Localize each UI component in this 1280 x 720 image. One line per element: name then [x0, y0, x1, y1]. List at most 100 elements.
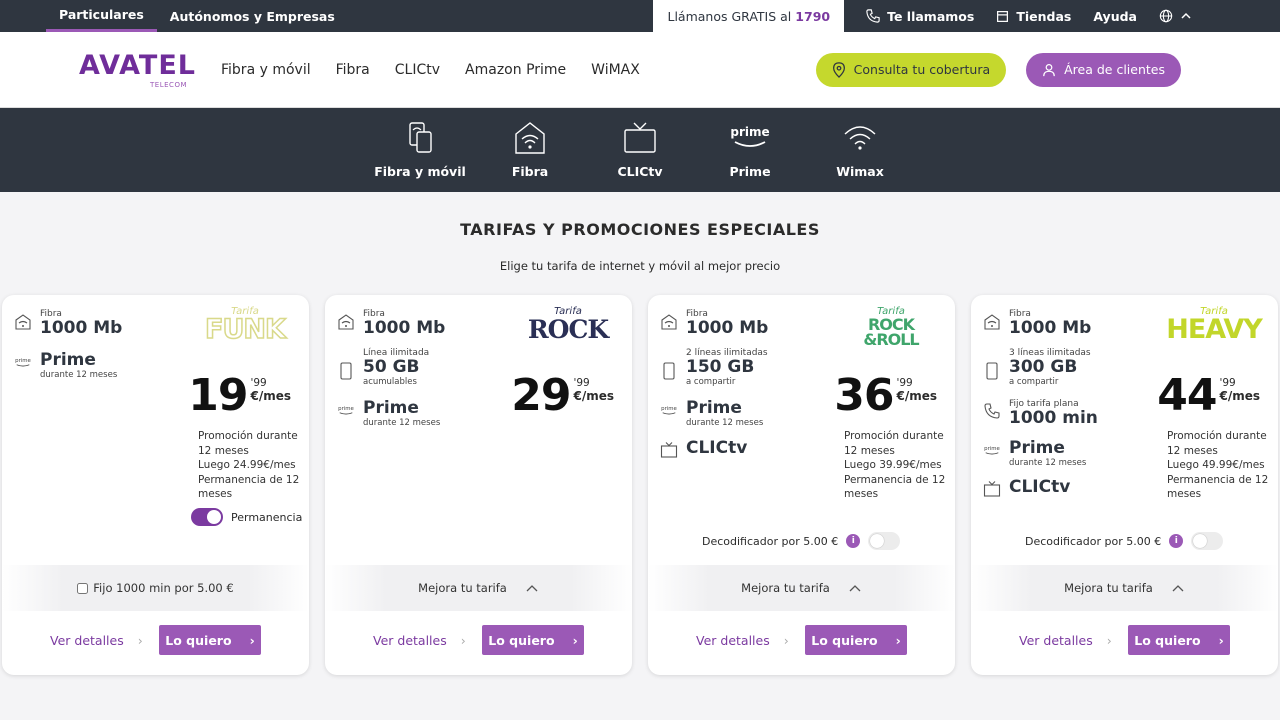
promo-line: meses [198, 488, 233, 500]
prime-icon-text: prime [15, 358, 31, 364]
prime-note: durante 12 meses [363, 418, 441, 428]
subnav-label: Wimax [836, 164, 884, 179]
promo-line: Luego 24.99€/mes [198, 459, 296, 471]
subnav-label: Prime [729, 164, 771, 179]
fiber-speed: 1000 Mb [363, 318, 446, 338]
tv-label: CLICtv [1009, 477, 1071, 497]
segment-individuals[interactable]: Particulares [46, 0, 157, 32]
details-link[interactable]: Ver detalles › [696, 633, 789, 648]
line-note: a compartir [1009, 377, 1059, 387]
line-data: 50 GB [363, 357, 420, 377]
price-cents: '99 [1219, 377, 1236, 389]
badge-name: HEAVY [1166, 314, 1263, 345]
call-free-box[interactable]: Llámanos GRATIS al 1790 [653, 0, 845, 32]
promo-line: Luego 39.99€/mes [844, 459, 942, 471]
globe-icon [1159, 9, 1173, 23]
promo-line: Permanencia de 12 [1167, 473, 1269, 486]
price: 44 '99 €/mes [1157, 373, 1260, 419]
prime-note: durante 12 meses [1009, 458, 1087, 468]
price-unit: €/mes [573, 389, 614, 403]
coverage-button[interactable]: Consulta tu cobertura [815, 52, 1007, 87]
decoder-toggle[interactable] [868, 532, 901, 550]
upgrade-tariff-toggle[interactable]: Mejora tu tarifa [971, 565, 1278, 611]
details-link[interactable]: Ver detalles › [1019, 633, 1112, 648]
feature-fiber: Fibra 1000 Mb [337, 309, 507, 338]
price-cents: '99 [896, 377, 913, 389]
upgrade-tariff-toggle[interactable]: Mejora tu tarifa [325, 565, 632, 611]
language-selector[interactable] [1159, 9, 1192, 23]
price-cents: '99 [573, 377, 590, 389]
details-label: Ver detalles [1019, 632, 1093, 648]
decoder-toggle[interactable] [1191, 532, 1224, 550]
nav-amazon-prime[interactable]: Amazon Prime [465, 62, 566, 78]
call-label: Llámanos GRATIS al [667, 8, 792, 24]
avatel-logo[interactable]: AVATEL TELECOM [79, 50, 195, 90]
phone-icon [866, 9, 880, 23]
price-integer: 44 [1157, 370, 1217, 421]
tariff-badge-heavy: Tarifa HEAVY [1166, 307, 1263, 353]
help-link[interactable]: Ayuda [1093, 9, 1137, 24]
subnav-clictv[interactable]: CLICtv [585, 108, 695, 192]
chevron-right-icon: › [783, 632, 789, 648]
landline-addon-row: Fijo 1000 min por 5.00 € [2, 565, 309, 611]
want-button[interactable]: Lo quiero › [482, 625, 584, 655]
want-button[interactable]: Lo quiero › [159, 625, 261, 655]
subnav-fibra[interactable]: Fibra [475, 108, 585, 192]
wifi-house-icon [15, 314, 31, 330]
details-link[interactable]: Ver detalles › [50, 633, 143, 648]
product-subnav: Fibra y móvil Fibra CLICtv prime Prime W… [0, 108, 1280, 192]
chevron-up-icon [1172, 585, 1184, 592]
prime-icon-text: prime [338, 406, 354, 412]
landline-addon-checkbox[interactable] [77, 582, 89, 594]
header: AVATEL TELECOM Fibra y móvil Fibra CLICt… [0, 32, 1280, 108]
segment-business[interactable]: Autónomos y Empresas [157, 0, 348, 32]
upgrade-label: Mejora tu tarifa [418, 581, 507, 595]
page-title: TARIFAS Y PROMOCIONES ESPECIALES [460, 220, 820, 239]
promo-line: 12 meses [1167, 444, 1218, 457]
mobile-phone-icon [986, 362, 998, 380]
chevron-right-icon: › [249, 632, 255, 648]
client-area-button[interactable]: Área de clientes [1026, 52, 1181, 87]
price-integer: 36 [834, 370, 894, 421]
feature-fiber: Fibra 1000 Mb [660, 309, 830, 338]
details-link[interactable]: Ver detalles › [373, 633, 466, 648]
want-button[interactable]: Lo quiero › [805, 625, 907, 655]
decoder-label: Decodificador por 5.00 € [1025, 534, 1162, 548]
details-label: Ver detalles [373, 632, 447, 648]
badge-name: ROCK [527, 315, 609, 344]
card-footer: Ver detalles › Lo quiero › [1019, 625, 1230, 655]
nav-wimax[interactable]: WiMAX [591, 62, 640, 78]
price-unit: €/mes [1219, 389, 1260, 403]
info-icon[interactable]: i [1169, 534, 1184, 548]
help-label: Ayuda [1093, 8, 1137, 24]
call-me-label: Te llamamos [887, 8, 975, 24]
subnav-prime[interactable]: prime Prime [695, 108, 805, 192]
stores-link[interactable]: Tiendas [996, 9, 1071, 24]
want-button[interactable]: Lo quiero › [1128, 625, 1230, 655]
want-label: Lo quiero [811, 632, 878, 648]
phone-icon [984, 403, 1000, 419]
subnav-wimax[interactable]: Wimax [805, 108, 915, 192]
permanence-toggle[interactable] [191, 508, 223, 526]
price: 19 '99 €/mes [188, 373, 291, 419]
prime-label: Prime [40, 350, 96, 370]
prime-note: durante 12 meses [40, 370, 118, 380]
subnav-fibra-movil[interactable]: Fibra y móvil [365, 108, 475, 192]
chevron-right-icon: › [460, 632, 466, 648]
fiber-speed: 1000 Mb [1009, 318, 1092, 338]
prime-icon-text: prime [661, 406, 677, 412]
upgrade-tariff-toggle[interactable]: Mejora tu tarifa [648, 565, 955, 611]
price-cents: '99 [250, 377, 267, 389]
nav-fibra[interactable]: Fibra [336, 62, 370, 78]
nav-clictv[interactable]: CLICtv [395, 62, 440, 78]
tariff-card-rock: Fibra 1000 Mb Línea ilimitada 50 GB acum… [325, 295, 632, 675]
promo-line: Promoción durante [198, 430, 298, 442]
details-label: Ver detalles [696, 632, 770, 648]
info-icon[interactable]: i [846, 534, 861, 548]
tariff-badge-funk: Tarifa FUNK [197, 307, 293, 353]
stores-label: Tiendas [1016, 8, 1072, 24]
promo-text: Promoción durante 12 meses Luego 49.99€/… [1167, 429, 1275, 502]
prime-icon-text: prime [984, 446, 1000, 452]
call-me-link[interactable]: Te llamamos [866, 9, 974, 24]
nav-fibra-movil[interactable]: Fibra y móvil [221, 62, 311, 78]
